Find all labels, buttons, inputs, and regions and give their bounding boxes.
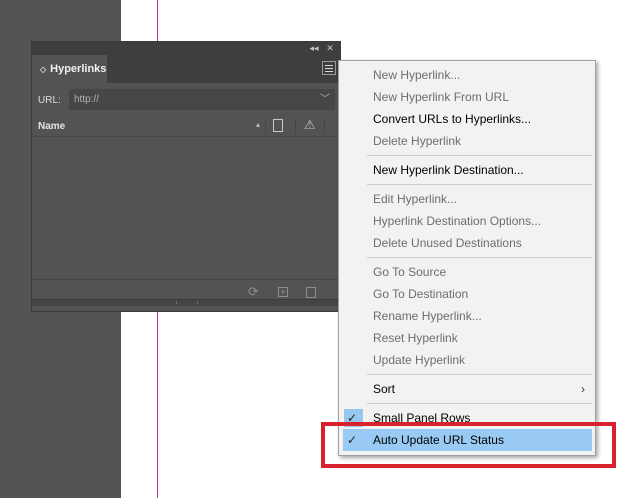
hyperlinks-panel: ◂◂ ✕ ◇ Hyperlinks URL: http:// ﹀ Name ▴ ⚠… xyxy=(31,41,341,312)
list-header: Name ▴ ⚠ xyxy=(32,116,340,137)
menu-item-destination-options[interactable]: Hyperlink Destination Options... xyxy=(339,210,595,232)
submenu-arrow-icon: › xyxy=(581,382,585,396)
trash-icon[interactable] xyxy=(306,287,316,298)
page-column-icon[interactable] xyxy=(273,119,283,132)
refresh-icon[interactable]: ⟳ xyxy=(248,284,259,300)
panel-footer: ⟳ + xyxy=(32,279,340,306)
menu-item-delete-hyperlink[interactable]: Delete Hyperlink xyxy=(339,130,595,152)
menu-separator xyxy=(367,374,592,375)
highlight-annotation-box xyxy=(321,422,616,468)
url-field[interactable]: http:// ﹀ xyxy=(69,89,335,110)
menu-item-convert-urls[interactable]: Convert URLs to Hyperlinks... xyxy=(339,108,595,130)
close-panel-icon[interactable]: ✕ xyxy=(324,42,336,55)
menu-separator xyxy=(367,257,592,258)
menu-item-new-hyperlink[interactable]: New Hyperlink... xyxy=(339,64,595,86)
panel-tab-row: ◇ Hyperlinks xyxy=(32,55,340,83)
panel-title-bar[interactable]: ◂◂ ✕ xyxy=(32,42,340,55)
menu-item-sort-label: Sort xyxy=(373,382,396,396)
menu-separator xyxy=(367,155,592,156)
sort-arrow-icon[interactable]: ▴ xyxy=(256,120,260,129)
menu-item-new-hyperlink-from-url[interactable]: New Hyperlink From URL xyxy=(339,86,595,108)
menu-item-go-to-destination[interactable]: Go To Destination xyxy=(339,283,595,305)
column-divider xyxy=(265,118,266,134)
chevron-down-icon[interactable]: ﹀ xyxy=(320,89,330,110)
menu-item-go-to-source[interactable]: Go To Source xyxy=(339,261,595,283)
new-hyperlink-icon[interactable]: + xyxy=(278,287,288,297)
menu-separator xyxy=(367,184,592,185)
url-label: URL: xyxy=(38,95,61,106)
column-divider xyxy=(295,118,296,134)
menu-item-rename-hyperlink[interactable]: Rename Hyperlink... xyxy=(339,305,595,327)
column-divider xyxy=(324,118,325,134)
menu-item-new-destination[interactable]: New Hyperlink Destination... xyxy=(339,159,595,181)
menu-item-edit-hyperlink[interactable]: Edit Hyperlink... xyxy=(339,188,595,210)
tab-label: Hyperlinks xyxy=(50,63,107,75)
tab-expand-icon[interactable]: ◇ xyxy=(40,65,46,74)
menu-separator xyxy=(367,403,592,404)
menu-item-sort[interactable]: Sort › xyxy=(339,378,595,400)
warning-column-icon[interactable]: ⚠ xyxy=(304,118,316,132)
url-value: http:// xyxy=(74,94,100,105)
menu-item-reset-hyperlink[interactable]: Reset Hyperlink xyxy=(339,327,595,349)
menu-item-update-hyperlink[interactable]: Update Hyperlink xyxy=(339,349,595,371)
panel-menu-button[interactable] xyxy=(322,61,336,75)
hyperlinks-list[interactable] xyxy=(32,137,340,279)
menu-item-delete-unused-destinations[interactable]: Delete Unused Destinations xyxy=(339,232,595,254)
collapse-panel-icon[interactable]: ◂◂ xyxy=(308,42,320,55)
resize-grip[interactable] xyxy=(32,299,340,306)
name-column-header[interactable]: Name xyxy=(38,121,65,132)
tab-hyperlinks[interactable]: ◇ Hyperlinks xyxy=(32,55,107,83)
panel-flyout-menu: New Hyperlink... New Hyperlink From URL … xyxy=(338,60,596,456)
